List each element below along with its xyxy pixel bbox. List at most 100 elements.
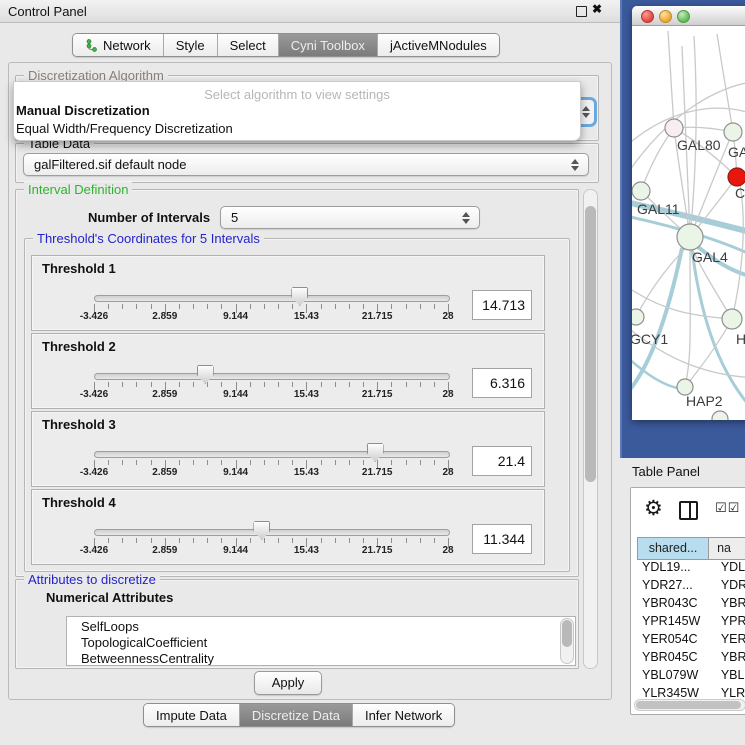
tab-label: Network <box>103 38 151 53</box>
network-canvas[interactable]: GAL80GACGAL11GAL4GCY1HHAP2 <box>632 26 745 420</box>
combo-arrows-icon <box>582 106 590 118</box>
panel-title: Control Panel <box>8 4 87 19</box>
list-scrollbar[interactable] <box>560 618 574 664</box>
cell-shared-name: YBR043C <box>637 594 713 612</box>
column-header-name[interactable]: na <box>709 538 745 559</box>
list-item[interactable]: TopologicalCoefficient <box>67 635 575 651</box>
dropdown-option[interactable]: Equal Width/Frequency Discretization <box>14 120 580 138</box>
mode-tab-label: Discretize Data <box>252 708 340 723</box>
tab-jactivemnodules[interactable]: jActiveMNodules <box>377 34 499 56</box>
network-node[interactable] <box>632 182 650 200</box>
combo-arrows-icon <box>571 159 579 171</box>
threshold-panel: Threshold 1-3.4262.8599.14415.4321.71528… <box>31 255 545 331</box>
tab-label: Select <box>230 38 266 53</box>
cell-shared-name: YPR145W <box>637 612 713 630</box>
tab-select[interactable]: Select <box>217 34 278 56</box>
slider-tick-labels: -3.4262.8599.14415.4321.71528 <box>94 311 448 325</box>
slider-track[interactable] <box>94 529 450 536</box>
mode-tab-label: Infer Network <box>365 708 442 723</box>
horizontal-scrollbar[interactable] <box>634 699 745 711</box>
close-traffic-light[interactable] <box>641 10 654 23</box>
threshold-panel: Threshold 2-3.4262.8599.14415.4321.71528… <box>31 333 545 409</box>
table-row[interactable]: YDR27...YDR2 <box>637 576 745 594</box>
number-of-intervals-spinner[interactable]: 5 <box>220 206 480 229</box>
list-item[interactable]: BetweennessCentrality <box>67 651 575 666</box>
tab-label: jActiveMNodules <box>390 38 487 53</box>
threshold-value-field[interactable]: 11.344 <box>472 524 532 554</box>
group-title: Attributes to discretize <box>24 572 160 587</box>
attributes-group: Attributes to discretize Numerical Attri… <box>15 579 579 669</box>
control-panel-titlebar: Control Panel ✖ <box>0 0 620 23</box>
network-node[interactable] <box>728 168 745 186</box>
gear-icon[interactable]: ⚙ <box>644 496 663 520</box>
tick-label: -3.426 <box>80 389 108 400</box>
threshold-value-field[interactable]: 6.316 <box>472 368 532 398</box>
network-edge <box>668 31 674 128</box>
cell-name: YBR0 <box>713 648 745 666</box>
tick-label: 28 <box>442 467 453 478</box>
mode-tab-label: Impute Data <box>156 708 227 723</box>
spinner-arrows-icon <box>462 212 470 224</box>
threshold-value-field[interactable]: 21.4 <box>472 446 532 476</box>
tick-label: 28 <box>442 389 453 400</box>
node-label: GAL11 <box>637 201 680 217</box>
minimize-traffic-light[interactable] <box>659 10 672 23</box>
panel-scrollbar[interactable] <box>583 189 598 669</box>
threshold-value-field[interactable]: 14.713 <box>472 290 532 320</box>
threshold-panel: Threshold 3-3.4262.8599.14415.4321.71528… <box>31 411 545 487</box>
checkbox-checked-icon[interactable]: ☑☑ <box>715 501 740 516</box>
network-node[interactable] <box>677 224 703 250</box>
network-node[interactable] <box>712 411 728 420</box>
node-table: ⚙ ☑☑ shared... na YDL19...YDL1YDR27...YD… <box>630 487 745 715</box>
network-node[interactable] <box>665 119 683 137</box>
tick-label: 2.859 <box>152 545 177 556</box>
tab-label: Style <box>176 38 205 53</box>
table-row[interactable]: YER054CYER0 <box>637 630 745 648</box>
tab-label: Cyni Toolbox <box>291 38 365 53</box>
table-row[interactable]: YBL079WYBL0 <box>637 666 745 684</box>
tab-network[interactable]: Network <box>73 34 163 56</box>
dropdown-option[interactable]: Manual Discretization <box>14 102 580 120</box>
mode-tab-infer-network[interactable]: Infer Network <box>352 704 454 726</box>
network-graph: GAL80GACGAL11GAL4GCY1HHAP2 <box>632 26 745 420</box>
close-icon[interactable]: ✖ <box>592 2 602 16</box>
network-node[interactable] <box>724 123 742 141</box>
tick-label: -3.426 <box>80 467 108 478</box>
table-panel-title: Table Panel <box>632 464 700 479</box>
list-item[interactable]: SelfLoops <box>67 619 575 635</box>
mode-tab-impute-data[interactable]: Impute Data <box>144 704 239 726</box>
column-header-shared-name[interactable]: shared... <box>638 538 709 559</box>
table-data-combobox[interactable]: galFiltered.sif default node <box>23 153 589 176</box>
cell-shared-name: YER054C <box>637 630 713 648</box>
node-label: GCY1 <box>632 331 668 347</box>
tick-label: 28 <box>442 545 453 556</box>
network-node[interactable] <box>722 309 742 329</box>
tick-label: 21.715 <box>362 389 393 400</box>
split-columns-icon[interactable] <box>679 501 698 520</box>
control-panel: Control Panel ✖ Network Style Select Cyni T… <box>0 0 620 745</box>
float-window-icon[interactable] <box>576 6 587 17</box>
slider-track[interactable] <box>94 295 450 302</box>
algorithm-dropdown-popup: Select algorithm to view settings Manual… <box>13 81 581 141</box>
slider-track[interactable] <box>94 373 450 380</box>
network-view-window: GAL80GACGAL11GAL4GCY1HHAP2 <box>632 6 745 420</box>
node-label: GAL4 <box>692 249 728 265</box>
table-row[interactable]: YDL19...YDL1 <box>637 558 745 576</box>
slider-tick-labels: -3.4262.8599.14415.4321.71528 <box>94 389 448 403</box>
numerical-attributes-list[interactable]: SelfLoopsTopologicalCoefficientBetweenne… <box>66 616 576 666</box>
tab-style[interactable]: Style <box>163 34 217 56</box>
table-row[interactable]: YBR043CYBR0 <box>637 594 745 612</box>
cell-name: YDL1 <box>713 558 745 576</box>
tick-label: 9.144 <box>223 467 248 478</box>
tab-cyni-toolbox[interactable]: Cyni Toolbox <box>278 34 377 56</box>
table-row[interactable]: YPR145WYPR1 <box>637 612 745 630</box>
zoom-traffic-light[interactable] <box>677 10 690 23</box>
mode-tab-discretize-data[interactable]: Discretize Data <box>239 704 352 726</box>
slider-track[interactable] <box>94 451 450 458</box>
numerical-attributes-label: Numerical Attributes <box>46 590 173 605</box>
cell-shared-name: YDL19... <box>637 558 713 576</box>
network-node[interactable] <box>632 309 644 325</box>
table-row[interactable]: YBR045CYBR0 <box>637 648 745 666</box>
tick-label: 2.859 <box>152 467 177 478</box>
apply-button[interactable]: Apply <box>254 671 322 695</box>
